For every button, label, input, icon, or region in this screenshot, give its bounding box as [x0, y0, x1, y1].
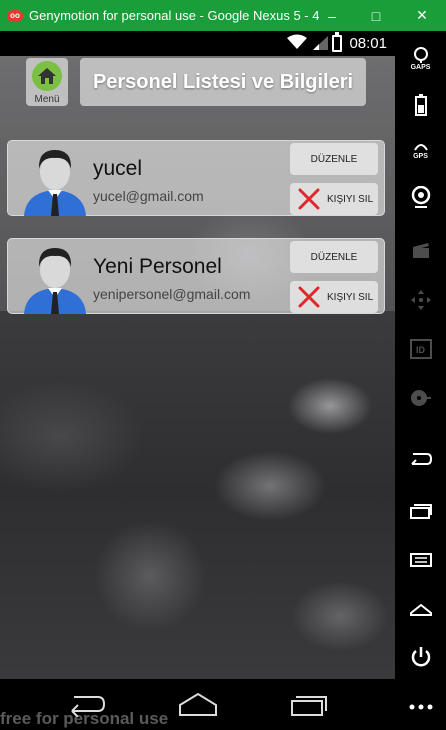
device-screen: 08:01 Menü Personel Listesi ve Bilgileri: [0, 31, 395, 730]
menu-button[interactable]: Menü: [26, 58, 68, 106]
status-clock: 08:01: [349, 35, 387, 52]
delete-person-button[interactable]: KIŞIYI SIL: [290, 281, 378, 313]
gaps-icon: [413, 47, 428, 63]
personnel-card: yucel yucel@gmail.com DÜZENLE KIŞIYI SIL: [7, 140, 385, 216]
menu-label: Menü: [34, 94, 60, 105]
app-content: Menü Personel Listesi ve Bilgileri yucel…: [0, 56, 395, 679]
id-button[interactable]: ID: [395, 329, 446, 369]
back-tool-icon: [410, 453, 432, 465]
home-tool-button[interactable]: [395, 589, 446, 629]
home-tool-icon: [409, 603, 432, 616]
battery-tool-button[interactable]: [395, 85, 446, 125]
person-email: yenipersonel@gmail.com: [93, 286, 251, 302]
disk-icon: [410, 390, 431, 406]
wifi-icon: [287, 34, 307, 49]
delete-x-icon: [294, 282, 324, 312]
watermark: free for personal use: [0, 709, 169, 728]
menu-tool-button[interactable]: [395, 540, 446, 580]
delete-person-button[interactable]: KIŞIYI SIL: [290, 183, 378, 215]
person-name: Yeni Personel: [93, 255, 222, 278]
recent-apps-tool-icon: [409, 504, 432, 519]
power-icon: [411, 647, 430, 667]
id-label: ID: [416, 345, 425, 355]
person-avatar-icon: [24, 248, 86, 314]
home-icon: [32, 61, 62, 91]
gaps-label: GAPS: [410, 64, 431, 71]
camera-button[interactable]: [395, 177, 446, 217]
webcam-icon: [411, 186, 430, 208]
battery-icon: [332, 32, 342, 52]
person-email: yucel@gmail.com: [93, 188, 204, 204]
disk-button[interactable]: [395, 378, 446, 418]
delete-label: KIŞIYI SIL: [327, 291, 374, 303]
personnel-card: Yeni Personel yenipersonel@gmail.com DÜZ…: [7, 238, 385, 314]
page-title: Personel Listesi ve Bilgileri: [92, 70, 354, 93]
gps-icon: [413, 144, 428, 151]
recent-apps-tool-button[interactable]: [395, 491, 446, 531]
menu-tool-icon: [409, 553, 432, 567]
more-button[interactable]: [395, 687, 446, 727]
window-title: Genymotion for personal use - Google Nex…: [29, 8, 319, 23]
person-avatar-icon: [24, 150, 86, 216]
delete-label: KIŞIYI SIL: [327, 193, 374, 205]
genymotion-toolbar: GAPS GPS ID: [395, 31, 446, 730]
move-icon: [410, 290, 431, 310]
back-tool-button[interactable]: [395, 439, 446, 479]
gps-button[interactable]: GPS: [395, 131, 446, 171]
status-bar: 08:01: [0, 31, 395, 56]
power-button[interactable]: [395, 637, 446, 677]
edit-button[interactable]: DÜZENLE: [290, 143, 378, 175]
person-name: yucel: [93, 157, 143, 180]
dpad-button[interactable]: [395, 280, 446, 320]
media-button[interactable]: [395, 231, 446, 271]
signal-icon: [313, 36, 328, 50]
gps-label: GPS: [413, 153, 428, 160]
home-nav-icon: [179, 692, 217, 716]
edit-button[interactable]: DÜZENLE: [290, 241, 378, 273]
battery-tool-icon: [414, 94, 427, 116]
page-title-box: Personel Listesi ve Bilgileri: [80, 58, 366, 106]
minimize-button[interactable]: –: [310, 0, 354, 31]
home-nav-button[interactable]: [176, 687, 220, 721]
genymotion-logo-icon: oo: [7, 9, 23, 22]
close-button[interactable]: ✕: [400, 0, 444, 31]
delete-x-icon: [294, 184, 324, 214]
maximize-button[interactable]: □: [354, 0, 398, 31]
gaps-button[interactable]: GAPS: [395, 39, 446, 79]
recents-icon: [291, 696, 327, 716]
recents-button[interactable]: [286, 687, 330, 721]
clapperboard-icon: [412, 243, 429, 258]
window-titlebar: oo Genymotion for personal use - Google …: [0, 0, 446, 31]
more-dots-icon: [409, 704, 432, 710]
